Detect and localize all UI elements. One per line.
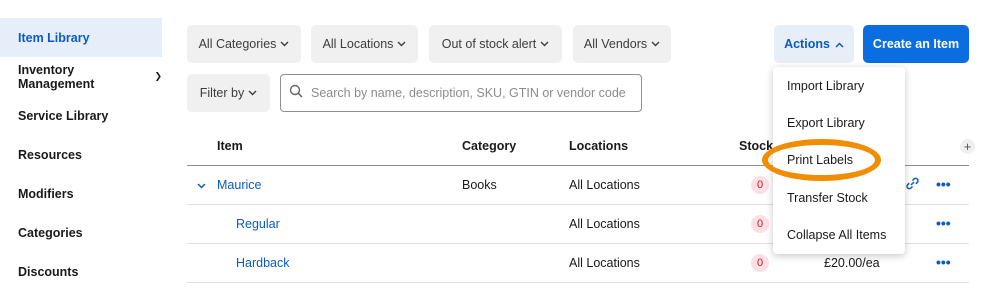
actions-menu: Import Library Export Library Print Labe…	[773, 67, 905, 254]
row-divider	[187, 282, 969, 283]
sidebar-item-item-library[interactable]: Item Library	[0, 18, 162, 57]
filter-label: Out of stock alert	[441, 37, 537, 51]
menu-item-import-library[interactable]: Import Library	[787, 79, 864, 93]
item-price: £20.00/ea	[824, 256, 880, 270]
sidebar-item-label: Modifiers	[18, 186, 74, 201]
column-header-category[interactable]: Category	[462, 139, 516, 153]
menu-item-collapse-all-items[interactable]: Collapse All Items	[787, 228, 886, 242]
stock-badge: 0	[751, 176, 769, 194]
all-vendors-filter[interactable]: All Vendors	[573, 25, 671, 63]
column-header-item[interactable]: Item	[217, 139, 243, 153]
add-column-icon[interactable]: +	[960, 139, 975, 154]
search-box	[280, 74, 642, 112]
sidebar-item-discounts[interactable]: Discounts	[0, 252, 162, 291]
more-options-icon[interactable]: •••	[936, 176, 951, 192]
sidebar-item-modifiers[interactable]: Modifiers	[0, 174, 162, 213]
item-locations: All Locations	[569, 178, 640, 192]
filter-label: All Categories	[198, 37, 277, 51]
all-locations-filter[interactable]: All Locations	[311, 25, 418, 63]
sidebar-item-resources[interactable]: Resources	[0, 135, 162, 174]
filter-label: Filter by	[199, 86, 245, 100]
create-label: Create an Item	[872, 37, 960, 51]
item-locations: All Locations	[569, 217, 640, 231]
sidebar-item-inventory-management[interactable]: Inventory Management ❯	[0, 57, 162, 96]
stock-badge: 0	[751, 215, 769, 233]
menu-item-export-library[interactable]: Export Library	[787, 116, 865, 130]
filter-label: All Vendors	[583, 37, 648, 51]
chevron-down-icon	[248, 88, 257, 98]
sidebar-item-label: Inventory Management	[18, 62, 95, 91]
variant-name-link[interactable]: Hardback	[236, 256, 290, 270]
item-name-link[interactable]: Maurice	[217, 178, 261, 192]
chevron-down-icon	[540, 39, 549, 49]
more-options-icon[interactable]: •••	[936, 254, 951, 270]
expand-chevron-icon[interactable]	[197, 178, 206, 192]
chevron-down-icon: ❯	[154, 71, 162, 81]
sidebar-item-label: Discounts	[18, 264, 79, 279]
sidebar-item-label: Item Library	[18, 30, 90, 45]
search-input[interactable]	[309, 85, 633, 101]
stock-badge: 0	[751, 254, 769, 272]
chevron-up-icon	[835, 37, 844, 51]
filter-by-button[interactable]: Filter by	[187, 74, 270, 112]
filter-label: All Locations	[322, 37, 394, 51]
variant-name-link[interactable]: Regular	[236, 217, 280, 231]
all-categories-filter[interactable]: All Categories	[187, 25, 301, 63]
actions-label: Actions	[784, 37, 830, 51]
chevron-down-icon	[651, 39, 660, 49]
menu-item-print-labels[interactable]: Print Labels	[787, 153, 853, 167]
column-header-locations[interactable]: Locations	[569, 139, 628, 153]
out-of-stock-alert-filter[interactable]: Out of stock alert	[429, 25, 562, 63]
sidebar-item-categories[interactable]: Categories	[0, 213, 162, 252]
chevron-down-icon	[280, 39, 289, 49]
sidebar-item-label: Categories	[18, 225, 83, 240]
item-category: Books	[462, 178, 497, 192]
column-header-stock[interactable]: Stock	[739, 139, 773, 153]
sidebar: Item Library Inventory Management ❯ Servi…	[0, 0, 162, 295]
search-icon	[289, 84, 303, 103]
sidebar-item-label: Service Library	[18, 108, 109, 123]
create-item-button[interactable]: Create an Item	[863, 25, 969, 63]
menu-item-transfer-stock[interactable]: Transfer Stock	[787, 191, 868, 205]
sidebar-item-service-library[interactable]: Service Library	[0, 96, 162, 135]
item-locations: All Locations	[569, 256, 640, 270]
chevron-down-icon	[397, 39, 406, 49]
sidebar-item-label: Resources	[18, 147, 82, 162]
link-icon[interactable]	[905, 176, 920, 194]
actions-button[interactable]: Actions	[774, 25, 854, 63]
more-options-icon[interactable]: •••	[936, 215, 951, 231]
